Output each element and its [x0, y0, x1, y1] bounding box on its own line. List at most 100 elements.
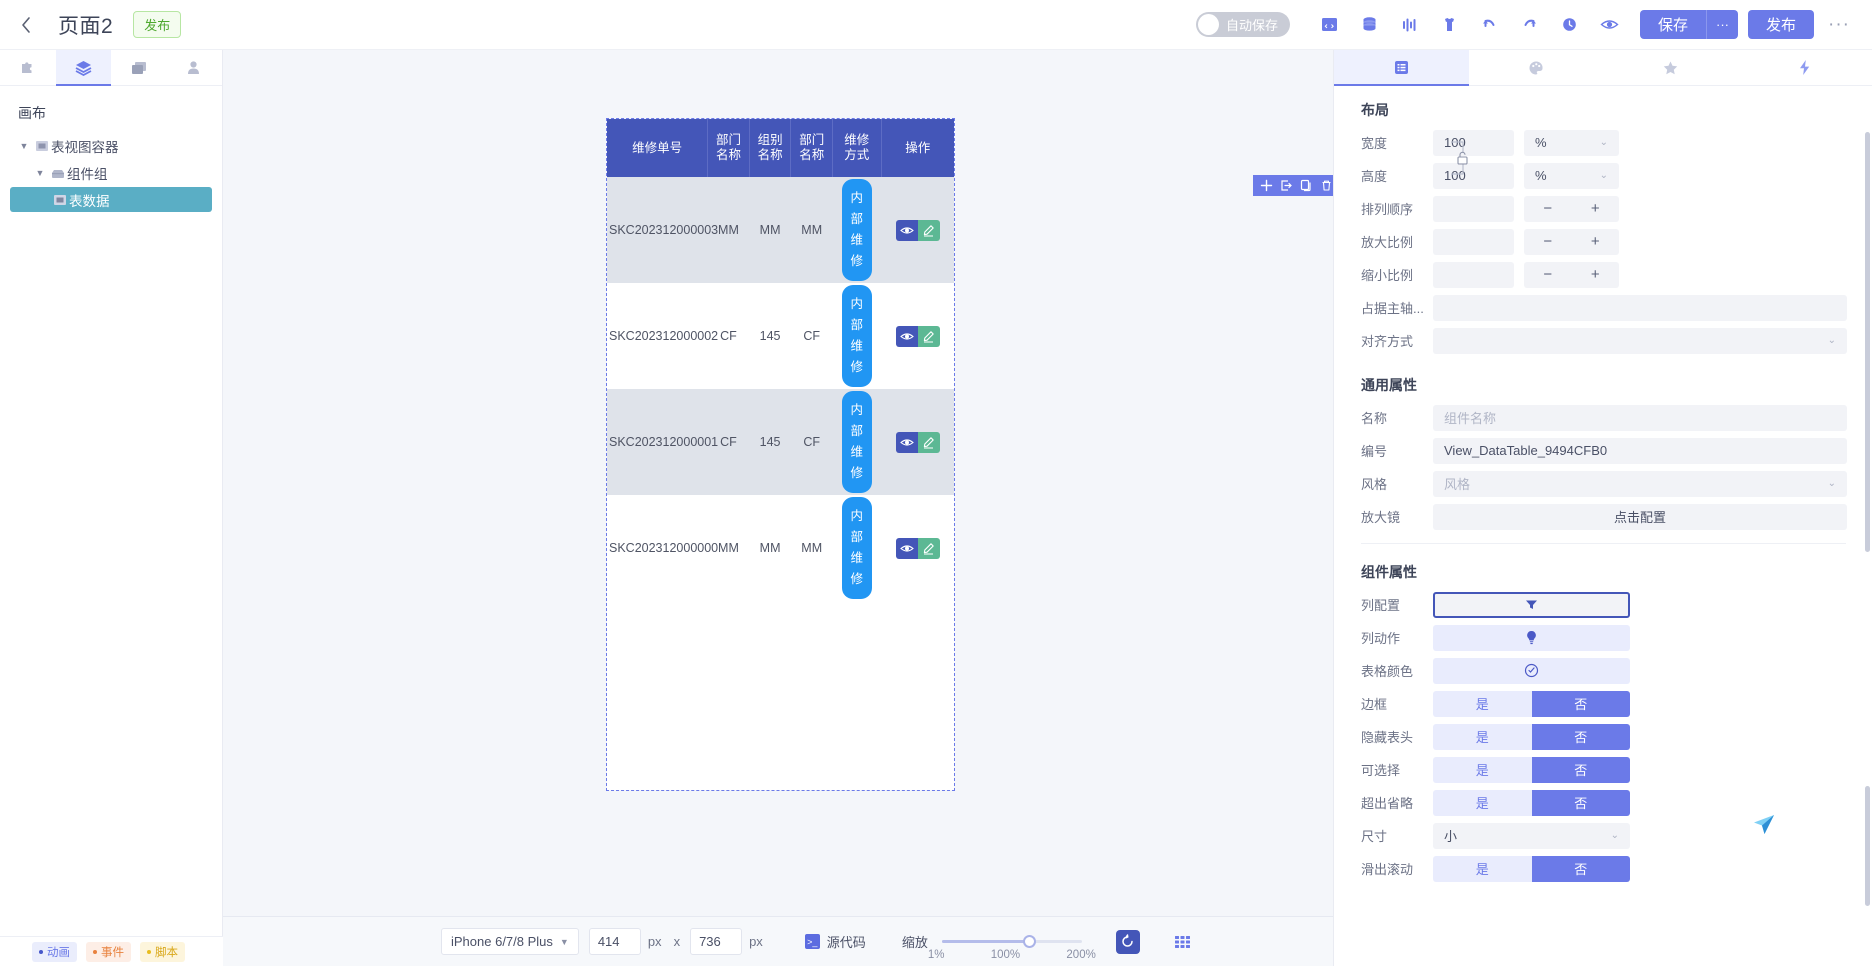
database-button[interactable]	[1350, 5, 1390, 45]
column-header-dept-name[interactable]: 部门 名称	[707, 119, 750, 177]
hide-header-yes[interactable]: 是	[1433, 723, 1532, 750]
grid-view-button[interactable]	[1174, 935, 1191, 949]
code-snippet-button[interactable]	[1310, 5, 1350, 45]
tab-images[interactable]	[111, 50, 167, 85]
add-icon[interactable]	[1256, 175, 1276, 196]
zoom-track[interactable]	[941, 940, 1082, 943]
shrink-value-field[interactable]	[1433, 261, 1514, 288]
order-stepper[interactable]: − +	[1524, 195, 1619, 222]
chip-animation[interactable]: 动画	[32, 941, 77, 962]
column-header-order-no[interactable]: 维修单号	[607, 119, 709, 177]
column-header-dept-name-2[interactable]: 部门 名称	[790, 119, 834, 177]
publish-button[interactable]: 发布	[1748, 10, 1815, 39]
edit-pen-icon[interactable]	[917, 431, 940, 453]
caret-icon[interactable]: ▼	[32, 168, 48, 178]
copy-icon[interactable]	[1296, 175, 1316, 196]
tab-properties[interactable]	[1334, 50, 1469, 86]
tab-style[interactable]	[1469, 50, 1604, 85]
scroll-yes[interactable]: 是	[1433, 855, 1532, 882]
undo-button[interactable]	[1470, 5, 1510, 45]
scroll-no[interactable]: 否	[1531, 855, 1630, 882]
align-select[interactable]: ⌄	[1433, 327, 1847, 354]
column-header-group-name[interactable]: 组别 名称	[749, 119, 792, 177]
tab-layers[interactable]	[55, 50, 111, 86]
history-button[interactable]	[1550, 5, 1590, 45]
column-config-button[interactable]	[1433, 591, 1630, 618]
header-overflow-button[interactable]: ···	[1820, 14, 1858, 36]
height-unit-select[interactable]: % ⌄	[1524, 162, 1619, 189]
tree-item-table-data[interactable]: 表数据	[10, 187, 212, 212]
chip-script[interactable]: 脚本	[140, 941, 185, 962]
style-select[interactable]: 风格 ⌄	[1433, 470, 1847, 497]
ellipsis-toggle[interactable]: 是 否	[1433, 789, 1630, 816]
order-value-field[interactable]	[1433, 195, 1514, 222]
tab-events[interactable]	[1738, 50, 1872, 85]
source-code-button[interactable]: >_ 源代码	[804, 932, 866, 951]
minus-icon[interactable]: −	[1543, 266, 1552, 283]
view-eye-icon[interactable]	[895, 431, 918, 453]
height-input[interactable]	[690, 928, 743, 955]
minus-icon[interactable]: −	[1543, 233, 1552, 250]
tab-components[interactable]	[0, 50, 56, 85]
table-row[interactable]: SKC202312000001 CF 145 CF 内部维修	[607, 389, 954, 495]
view-eye-icon[interactable]	[895, 537, 918, 559]
right-panel-scrollbar-lower[interactable]	[1865, 786, 1870, 906]
height-value-field[interactable]: 100	[1433, 162, 1514, 189]
scroll-toggle[interactable]: 是 否	[1433, 855, 1630, 882]
device-selector[interactable]: iPhone 6/7/8 Plus ▼	[441, 928, 579, 955]
border-yes[interactable]: 是	[1433, 690, 1532, 717]
reset-zoom-button[interactable]	[1115, 929, 1140, 954]
zoom-slider[interactable]: 1% 100% 200%	[928, 935, 1096, 961]
hide-header-no[interactable]: 否	[1531, 723, 1630, 750]
table-row[interactable]: SKC202312000002 CF 145 CF 内部维修	[607, 283, 954, 389]
zoom-handle[interactable]	[1022, 935, 1036, 948]
delete-icon[interactable]	[1316, 175, 1333, 196]
column-action-button[interactable]	[1433, 624, 1630, 651]
edit-pen-icon[interactable]	[917, 219, 940, 241]
table-row[interactable]: SKC202312000000 MM MM MM 内部维修	[607, 495, 954, 601]
canvas-area[interactable]: ··· 维修单号 部门名称 组别名称 部门名称 维修方式 操作	[223, 50, 1333, 916]
id-input[interactable]: View_DataTable_9494CFB0	[1433, 437, 1847, 464]
right-panel-scrollbar[interactable]	[1865, 132, 1870, 552]
shrink-stepper[interactable]: − +	[1524, 261, 1619, 288]
column-header-actions[interactable]: 操作	[881, 119, 954, 177]
name-input[interactable]: 组件名称	[1433, 404, 1847, 431]
table-row[interactable]: SKC202312000003 MM MM MM 内部维修	[607, 177, 954, 283]
autosave-toggle[interactable]: 自动保存	[1195, 12, 1290, 37]
back-button[interactable]	[0, 0, 52, 50]
redo-button[interactable]	[1510, 5, 1550, 45]
edit-pen-icon[interactable]	[917, 537, 940, 559]
basis-value-field[interactable]	[1433, 294, 1847, 321]
table-color-button[interactable]	[1433, 657, 1630, 684]
view-eye-icon[interactable]	[895, 219, 918, 241]
ellipsis-no[interactable]: 否	[1531, 789, 1630, 816]
grow-stepper[interactable]: − +	[1524, 228, 1619, 255]
tab-favorites[interactable]	[1603, 50, 1738, 85]
column-header-repair-way[interactable]: 维修 方式	[832, 119, 882, 177]
tree-item-group[interactable]: ▼ 组件组	[10, 160, 212, 185]
caret-icon[interactable]: ▼	[16, 141, 32, 151]
tree-item-container[interactable]: ▼ 表视图容器	[10, 133, 212, 158]
border-toggle[interactable]: 是 否	[1433, 690, 1630, 717]
save-more-button[interactable]: ···	[1706, 10, 1738, 39]
chip-event[interactable]: 事件	[86, 941, 131, 962]
save-button[interactable]: 保存	[1639, 10, 1706, 39]
width-input[interactable]	[588, 928, 641, 955]
border-no[interactable]: 否	[1531, 690, 1630, 717]
selectable-yes[interactable]: 是	[1433, 756, 1532, 783]
phone-preview[interactable]: 维修单号 部门 名称 组别 名称 部门 名称 维修 方式 操作 SKC202312000…	[606, 118, 955, 791]
selectable-no[interactable]: 否	[1531, 756, 1630, 783]
view-eye-icon[interactable]	[895, 325, 918, 347]
ellipsis-yes[interactable]: 是	[1433, 789, 1532, 816]
plus-icon[interactable]: +	[1591, 233, 1600, 250]
plus-icon[interactable]: +	[1591, 200, 1600, 217]
chart-bars-button[interactable]	[1390, 5, 1430, 45]
width-unit-select[interactable]: % ⌄	[1524, 129, 1619, 156]
minus-icon[interactable]: −	[1543, 200, 1552, 217]
preview-button[interactable]	[1590, 5, 1630, 45]
edit-pen-icon[interactable]	[917, 325, 940, 347]
plus-icon[interactable]: +	[1591, 266, 1600, 283]
size-select[interactable]: 小 ⌄	[1433, 822, 1630, 849]
selectable-toggle[interactable]: 是 否	[1433, 756, 1630, 783]
width-value-field[interactable]: 100	[1433, 129, 1514, 156]
